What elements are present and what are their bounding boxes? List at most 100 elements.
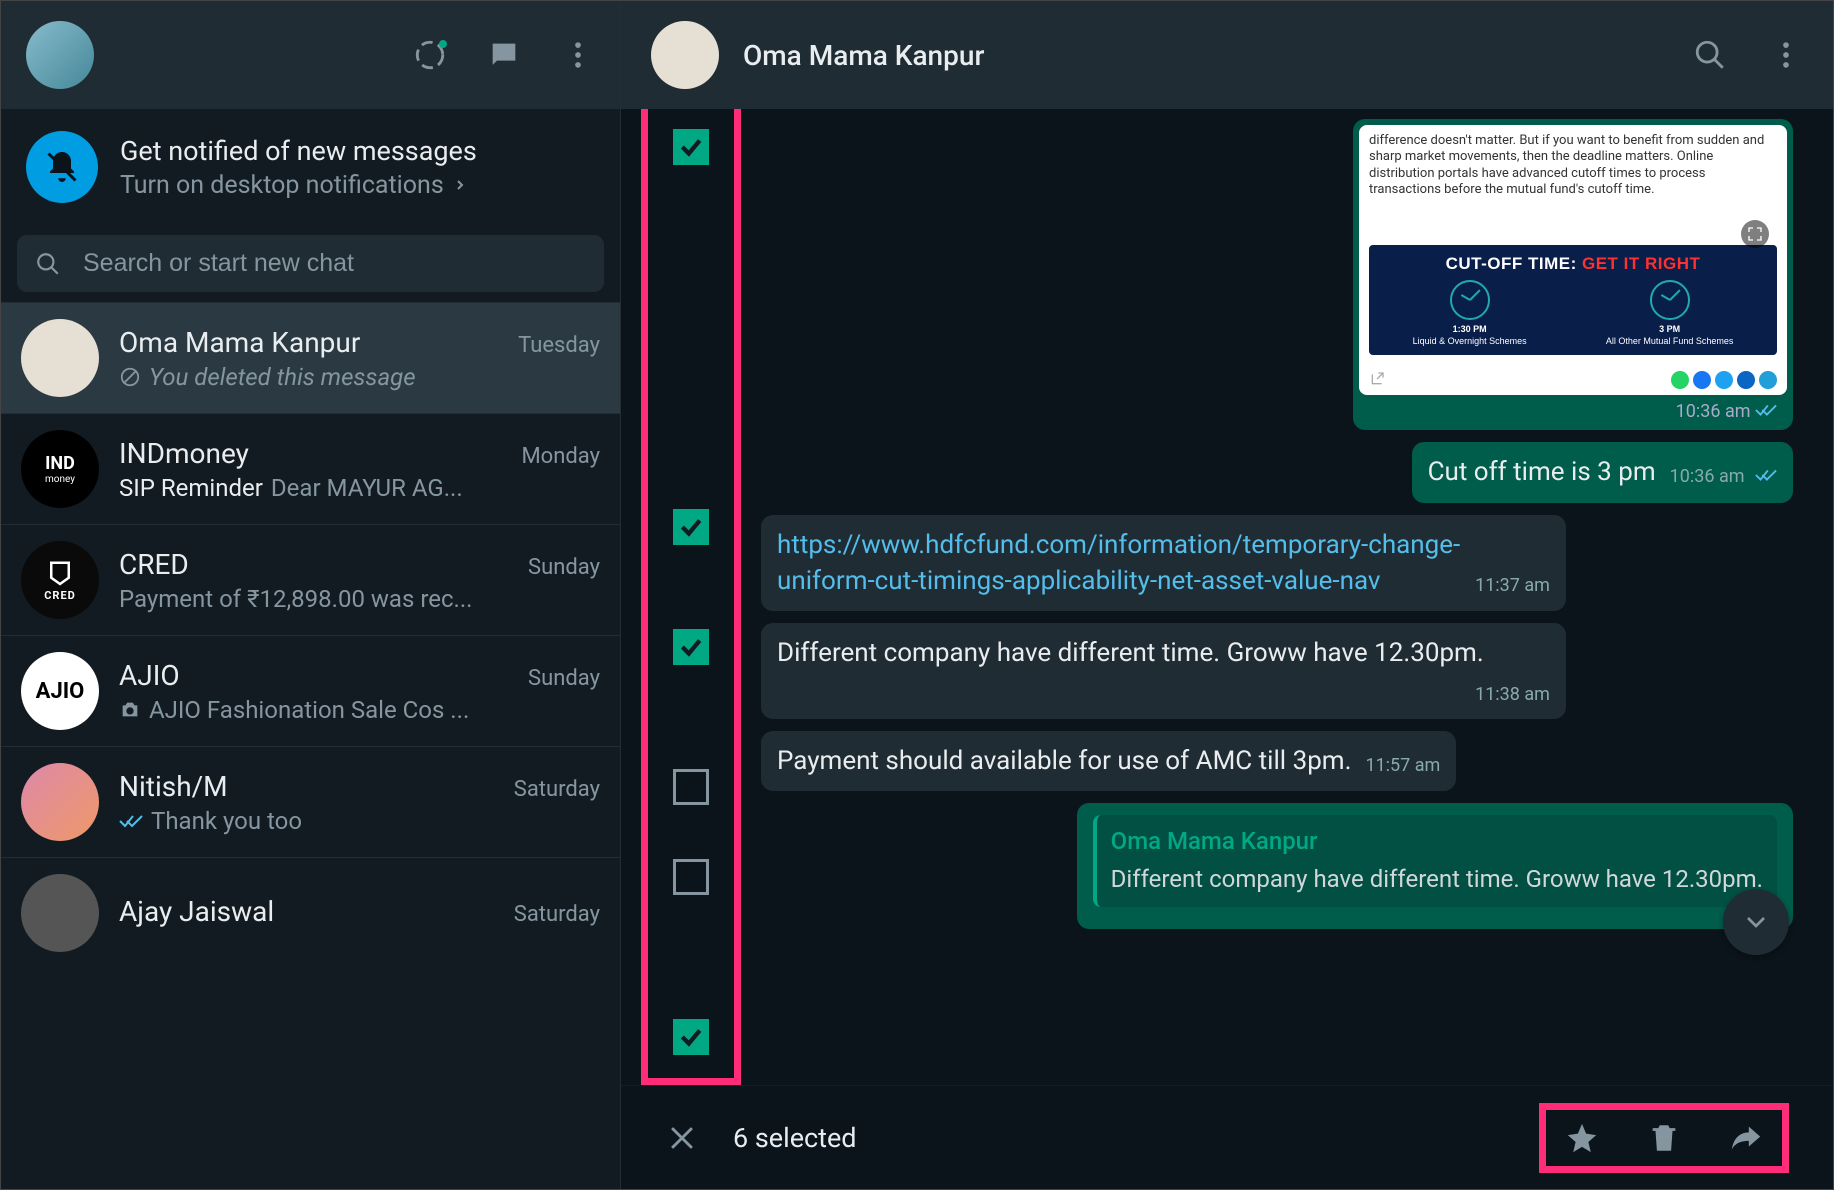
message-time: 11:37 am <box>1475 573 1550 598</box>
menu-dots-icon[interactable] <box>561 38 595 72</box>
chat-name: Ajay Jaiswal <box>119 895 274 928</box>
search-input[interactable] <box>83 249 586 278</box>
double-check-icon <box>119 807 143 835</box>
selection-actions <box>1539 1103 1789 1173</box>
facebook-share-icon <box>1693 371 1711 389</box>
my-avatar[interactable] <box>26 21 94 89</box>
star-icon[interactable] <box>1562 1118 1602 1158</box>
chat-avatar: INDmoney <box>21 430 99 508</box>
chat-info: INDmoney Monday SIP Reminder Dear MAYUR AG… <box>119 437 600 502</box>
chat-info: CREDSundayPayment of ₹12,898.00 was rec.… <box>119 548 600 613</box>
chat-date: Saturday <box>514 902 600 927</box>
message-bubble: Different company have different time. G… <box>761 623 1566 719</box>
chat-info: Oma Mama Kanpur Tuesday You deleted this m… <box>119 326 600 391</box>
chat-date: Monday <box>521 444 600 469</box>
chat-list-item[interactable]: AJIOAJIOSunday AJIO Fashionation Sale Co… <box>1 635 620 746</box>
message-link[interactable]: https://www.hdfcfund.com/information/tem… <box>777 530 1460 596</box>
image-message-time: 10:36 am <box>1359 395 1787 424</box>
sidebar-actions <box>413 38 595 72</box>
chat-menu-dots-icon[interactable] <box>1769 38 1803 72</box>
sidebar: Get notified of new messages Turn on des… <box>1 1 621 1189</box>
chat-list-item[interactable]: INDmoney INDmoney Monday SIP Reminder Dear … <box>1 413 620 524</box>
chat-list-item[interactable]: CREDCREDSundayPayment of ₹12,898.00 was … <box>1 524 620 635</box>
chat-list-item[interactable]: Oma Mama Kanpur Tuesday You deleted this m… <box>1 302 620 413</box>
chat-list: Oma Mama Kanpur Tuesday You deleted this m… <box>1 302 620 1189</box>
chat-pane: Oma Mama Kanpur difference doesn't matte… <box>621 1 1833 1189</box>
close-selection-icon[interactable] <box>665 1121 699 1155</box>
message-select-checkbox[interactable] <box>673 1019 709 1055</box>
message-text: Different company have different time. G… <box>777 638 1484 668</box>
expand-image-icon[interactable] <box>1741 220 1769 248</box>
chat-name: Oma Mama Kanpur <box>119 326 360 359</box>
open-link-icon <box>1369 371 1385 387</box>
share-icon-row <box>1671 371 1777 389</box>
notification-subtitle: Turn on desktop notifications <box>120 171 477 200</box>
messages-area: difference doesn't matter. But if you wa… <box>621 109 1833 1085</box>
message-bubble: Payment should available for use of AMC … <box>761 731 1456 791</box>
quote-sender: Oma Mama Kanpur <box>1111 825 1763 859</box>
message-time: 10:36 am <box>1670 464 1777 489</box>
chat-info: AJIOSunday AJIO Fashionation Sale Cos ..… <box>119 659 600 724</box>
twitter-share-icon <box>1715 371 1733 389</box>
chat-name: Nitish/M <box>119 770 228 803</box>
selection-count: 6 selected <box>733 1122 857 1154</box>
chat-avatar <box>21 763 99 841</box>
notification-banner[interactable]: Get notified of new messages Turn on des… <box>1 109 620 225</box>
chat-name: INDmoney <box>119 437 249 470</box>
scroll-to-bottom-button[interactable] <box>1723 889 1789 955</box>
chat-preview: You deleted this message <box>119 363 600 391</box>
quoted-message[interactable]: Oma Mama Kanpur Different company have di… <box>1093 815 1777 906</box>
message-row[interactable]: Cut off time is 3 pm 10:36 am <box>641 442 1793 502</box>
quote-text: Different company have different time. G… <box>1111 863 1763 897</box>
chat-preview: AJIO Fashionation Sale Cos ... <box>119 696 600 724</box>
image-banner: CUT-OFF TIME: GET IT RIGHT 1:30 PMLiquid… <box>1369 245 1777 355</box>
chat-preview: Thank you too <box>119 807 600 835</box>
chat-name: CRED <box>119 548 189 581</box>
selection-action-bar: 6 selected <box>621 1085 1833 1189</box>
chat-avatar <box>21 874 99 952</box>
chat-header-actions <box>1693 38 1803 72</box>
linkedin-share-icon <box>1737 371 1755 389</box>
message-row-image[interactable]: difference doesn't matter. But if you wa… <box>641 119 1793 430</box>
chat-info: Ajay Jaiswal Saturday <box>119 895 600 932</box>
chat-header: Oma Mama Kanpur <box>621 1 1833 109</box>
message-text: Cut off time is 3 pm <box>1428 457 1656 487</box>
bell-off-icon <box>26 131 98 203</box>
chat-list-item[interactable]: Nitish/M Saturday Thank you too <box>1 746 620 857</box>
message-text: Payment should available for use of AMC … <box>777 746 1351 776</box>
message-row[interactable]: https://www.hdfcfund.com/information/tem… <box>641 515 1793 612</box>
image-preview[interactable]: difference doesn't matter. But if you wa… <box>1359 125 1787 395</box>
message-time: 11:57 am <box>1365 753 1440 778</box>
search-icon <box>35 251 61 277</box>
chat-preview: SIP Reminder Dear MAYUR AG... <box>119 474 600 502</box>
search-bar[interactable] <box>17 235 604 292</box>
search-wrapper <box>1 225 620 302</box>
chat-date: Saturday <box>514 777 600 802</box>
message-bubble: Oma Mama Kanpur Different company have di… <box>1077 803 1793 928</box>
chat-preview: Payment of ₹12,898.00 was rec... <box>119 585 600 613</box>
double-check-icon <box>1755 401 1777 422</box>
message-row[interactable]: Oma Mama Kanpur Different company have di… <box>641 803 1793 928</box>
forward-icon[interactable] <box>1726 1118 1766 1158</box>
prohibited-icon <box>119 366 141 388</box>
message-row[interactable]: Payment should available for use of AMC … <box>641 731 1793 791</box>
search-in-chat-icon[interactable] <box>1693 38 1727 72</box>
image-message-bubble: difference doesn't matter. But if you wa… <box>1353 119 1793 430</box>
chevron-right-icon <box>452 177 468 193</box>
message-row[interactable]: Different company have different time. G… <box>641 623 1793 719</box>
chat-info: Nitish/M Saturday Thank you too <box>119 770 600 835</box>
chat-contact-avatar[interactable] <box>651 21 719 89</box>
chat-list-item[interactable]: Ajay Jaiswal Saturday <box>1 857 620 968</box>
new-chat-icon[interactable] <box>487 38 521 72</box>
sidebar-header <box>1 1 620 109</box>
chat-date: Tuesday <box>518 333 600 358</box>
status-icon[interactable] <box>413 38 447 72</box>
message-bubble: Cut off time is 3 pm 10:36 am <box>1412 442 1793 502</box>
notification-text: Get notified of new messages Turn on des… <box>120 135 477 200</box>
whatsapp-share-icon <box>1671 371 1689 389</box>
chat-title[interactable]: Oma Mama Kanpur <box>743 39 984 72</box>
trash-icon[interactable] <box>1644 1118 1684 1158</box>
notification-title: Get notified of new messages <box>120 135 477 167</box>
double-check-icon <box>1755 464 1777 489</box>
chat-name: AJIO <box>119 659 180 692</box>
